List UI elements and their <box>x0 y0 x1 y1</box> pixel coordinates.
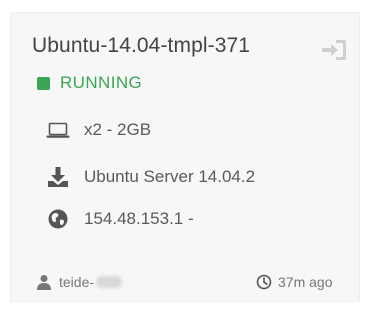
sign-in-icon <box>322 40 346 60</box>
laptop-icon <box>46 119 70 141</box>
vm-card[interactable]: Ubuntu-14.04-tmpl-371 RUNNING x2 - 2GB U… <box>10 12 360 302</box>
ip-text: 154.48.153.1 - <box>84 209 194 228</box>
capacity-text: x2 - 2GB <box>84 120 152 139</box>
image-text: Ubuntu Server 14.04.2 <box>84 167 256 186</box>
image-row: Ubuntu Server 14.04.2 <box>46 166 255 188</box>
time-ago: 37m ago <box>278 274 333 290</box>
ip-row: 154.48.153.1 - <box>46 208 194 230</box>
clock-icon <box>256 274 272 290</box>
owner: teide- <box>37 274 123 290</box>
owner-name: teide- <box>59 274 95 290</box>
status-indicator <box>37 76 50 90</box>
status-badge: RUNNING <box>37 73 142 93</box>
last-updated: 37m ago <box>256 274 332 290</box>
capacity-row: x2 - 2GB <box>46 119 151 141</box>
globe-icon <box>46 208 70 230</box>
status-label: RUNNING <box>60 73 143 92</box>
vm-name[interactable]: Ubuntu-14.04-tmpl-371 <box>32 34 250 58</box>
user-icon <box>37 275 51 290</box>
console-button[interactable] <box>319 37 349 63</box>
redacted-text <box>96 276 123 288</box>
download-icon <box>46 166 70 188</box>
